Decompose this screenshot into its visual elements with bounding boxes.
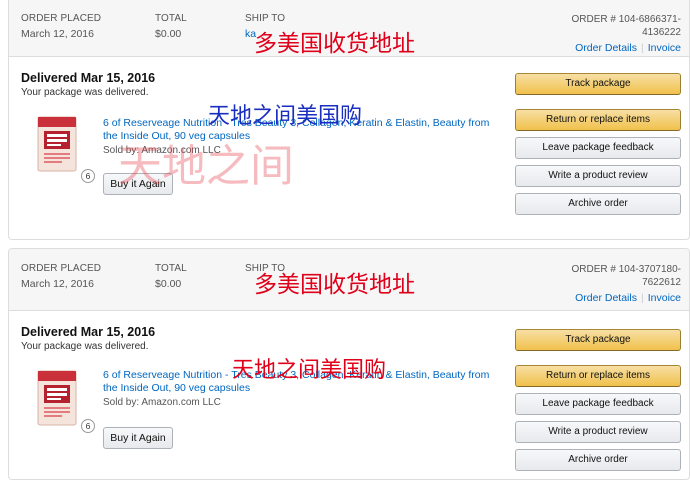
quantity-badge: 6 <box>81 419 95 433</box>
delivery-status-subtitle: Your package was delivered. <box>21 87 149 98</box>
order-number-line1: ORDER # 104-6866371- <box>571 14 681 25</box>
quantity-badge: 6 <box>81 169 95 183</box>
order-placed-label: ORDER PLACED <box>21 263 102 274</box>
product-image[interactable] <box>35 115 79 173</box>
order-placed: ORDER PLACED March 12, 2016 <box>21 13 101 40</box>
order-number-block: ORDER # 104-6866371- 4136222 Order Detai… <box>571 13 681 54</box>
order-number-line2: 4136222 <box>642 27 681 38</box>
order-placed-label: ORDER PLACED <box>21 13 102 24</box>
order-links: Order Details | Invoice <box>571 292 681 304</box>
ship-to: SHIP TO <box>245 263 285 278</box>
leave-feedback-button[interactable]: Leave package feedback <box>515 393 681 415</box>
track-package-button[interactable]: Track package <box>515 73 681 95</box>
order-total: TOTAL $0.00 <box>155 13 187 40</box>
order-placed-value: March 12, 2016 <box>21 28 94 40</box>
order-card-1: ORDER PLACED March 12, 2016 TOTAL $0.00 … <box>8 0 690 240</box>
order-body: Delivered Mar 15, 2016 Your package was … <box>9 311 689 479</box>
archive-order-button[interactable]: Archive order <box>515 449 681 471</box>
order-details-link[interactable]: Order Details <box>575 42 637 54</box>
product-image[interactable] <box>35 369 79 427</box>
return-replace-button[interactable]: Return or replace items <box>515 109 681 131</box>
return-replace-button[interactable]: Return or replace items <box>515 365 681 387</box>
ship-to-label: SHIP TO <box>245 263 286 274</box>
shipment-status: Delivered Mar 15, 2016 Your package was … <box>21 71 155 98</box>
leave-feedback-button[interactable]: Leave package feedback <box>515 137 681 159</box>
ship-to-label: SHIP TO <box>245 13 286 24</box>
order-number-line1: ORDER # 104-3707180- <box>571 264 681 275</box>
ship-to: SHIP TO ka <box>245 13 285 40</box>
order-card-2: ORDER PLACED March 12, 2016 TOTAL $0.00 … <box>8 248 690 480</box>
shipment-status: Delivered Mar 15, 2016 Your package was … <box>21 325 155 352</box>
order-actions: Track package Return or replace items Le… <box>515 73 681 221</box>
product-title-link[interactable]: 6 of Reserveage Nutrition - Tres Beauty … <box>103 369 493 395</box>
write-review-button[interactable]: Write a product review <box>515 421 681 443</box>
order-total-label: TOTAL <box>155 13 187 24</box>
link-separator: | <box>640 42 644 54</box>
order-header: ORDER PLACED March 12, 2016 TOTAL $0.00 … <box>9 0 689 57</box>
order-placed: ORDER PLACED March 12, 2016 <box>21 263 101 290</box>
delivery-status-subtitle: Your package was delivered. <box>21 341 149 352</box>
order-total-value: $0.00 <box>155 278 182 290</box>
delivery-status-title: Delivered Mar 15, 2016 <box>21 71 156 85</box>
buy-it-again-button[interactable]: Buy it Again <box>103 173 173 195</box>
order-actions: Track package Return or replace items Le… <box>515 329 681 477</box>
order-placed-value: March 12, 2016 <box>21 278 94 290</box>
order-body: Delivered Mar 15, 2016 Your package was … <box>9 57 689 239</box>
order-details-link[interactable]: Order Details <box>575 292 637 304</box>
order-total-value: $0.00 <box>155 28 182 40</box>
order-number-block: ORDER # 104-3707180- 7622612 Order Detai… <box>571 263 681 304</box>
invoice-link[interactable]: Invoice <box>648 42 681 54</box>
delivery-status-title: Delivered Mar 15, 2016 <box>21 325 156 339</box>
order-links: Order Details | Invoice <box>571 42 681 54</box>
buy-it-again-button[interactable]: Buy it Again <box>103 427 173 449</box>
product-title-link[interactable]: 6 of Reserveage Nutrition - Tres Beauty … <box>103 117 493 143</box>
order-total-label: TOTAL <box>155 263 187 274</box>
order-header: ORDER PLACED March 12, 2016 TOTAL $0.00 … <box>9 249 689 311</box>
invoice-link[interactable]: Invoice <box>648 292 681 304</box>
track-package-button[interactable]: Track package <box>515 329 681 351</box>
link-separator: | <box>640 292 644 304</box>
order-number-line2: 7622612 <box>642 277 681 288</box>
sold-by: Sold by: Amazon.com LLC <box>103 145 221 156</box>
archive-order-button[interactable]: Archive order <box>515 193 681 215</box>
ship-to-value[interactable]: ka <box>245 28 285 40</box>
order-total: TOTAL $0.00 <box>155 263 187 290</box>
sold-by: Sold by: Amazon.com LLC <box>103 397 221 408</box>
write-review-button[interactable]: Write a product review <box>515 165 681 187</box>
